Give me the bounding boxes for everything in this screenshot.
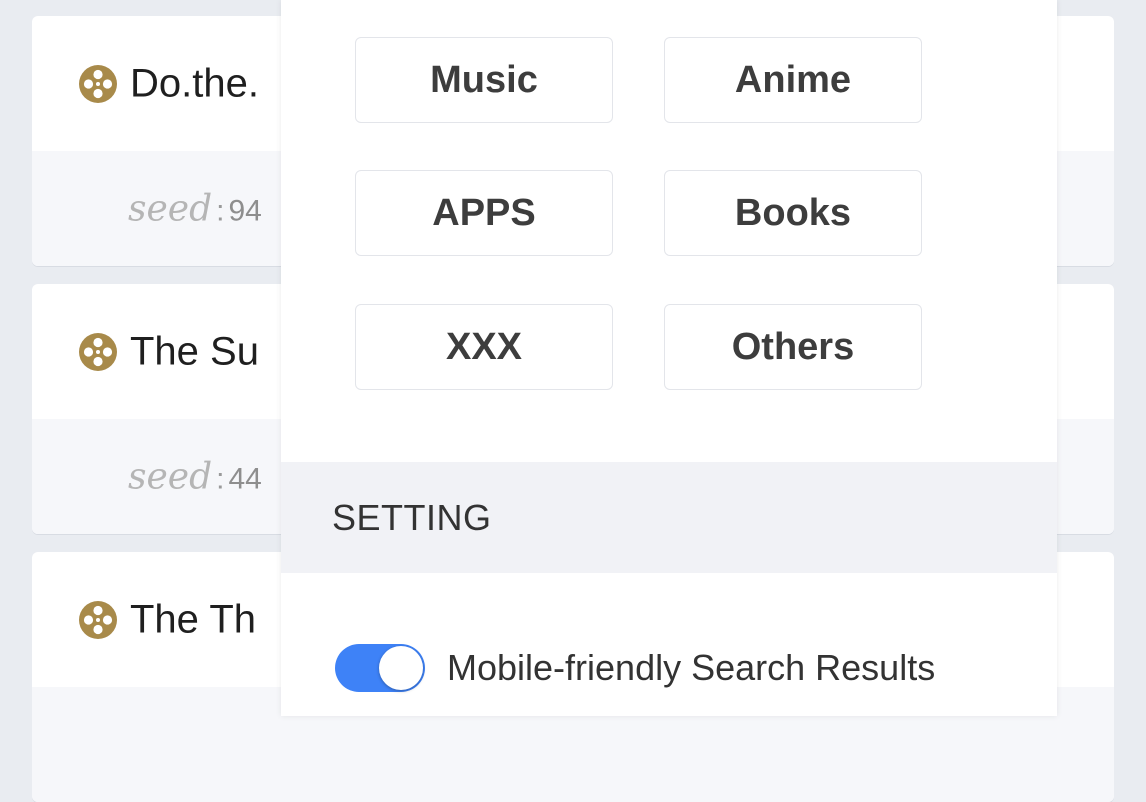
category-button-books[interactable]: Books <box>664 170 922 256</box>
seed-info: seed:94 <box>128 188 262 229</box>
film-reel-icon <box>79 332 117 371</box>
result-title[interactable]: The Su <box>130 329 259 374</box>
category-button-apps[interactable]: APPS <box>355 170 613 256</box>
seed-separator: : <box>216 194 225 227</box>
category-button-music[interactable]: Music <box>355 37 613 123</box>
seed-label: seed <box>128 456 213 497</box>
film-reel-icon <box>79 600 117 639</box>
category-menu-panel: Music Anime APPS Books XXX Others SETTIN… <box>281 0 1057 716</box>
setting-section-header: SETTING <box>281 462 1057 573</box>
seed-label: seed <box>128 188 213 229</box>
category-button-anime[interactable]: Anime <box>664 37 922 123</box>
result-title[interactable]: Do.the. <box>130 61 259 106</box>
mobile-friendly-label: Mobile-friendly Search Results <box>447 647 936 688</box>
category-button-xxx[interactable]: XXX <box>355 304 613 390</box>
seed-info: seed:44 <box>128 456 262 497</box>
film-reel-icon <box>79 64 117 103</box>
mobile-friendly-toggle[interactable] <box>335 644 425 692</box>
category-button-others[interactable]: Others <box>664 304 922 390</box>
seed-count: 94 <box>228 194 262 227</box>
result-title[interactable]: The Th <box>130 597 256 642</box>
seed-count: 44 <box>228 462 262 495</box>
toggle-knob <box>379 646 423 690</box>
seed-separator: : <box>216 462 225 495</box>
setting-title: SETTING <box>332 496 492 538</box>
